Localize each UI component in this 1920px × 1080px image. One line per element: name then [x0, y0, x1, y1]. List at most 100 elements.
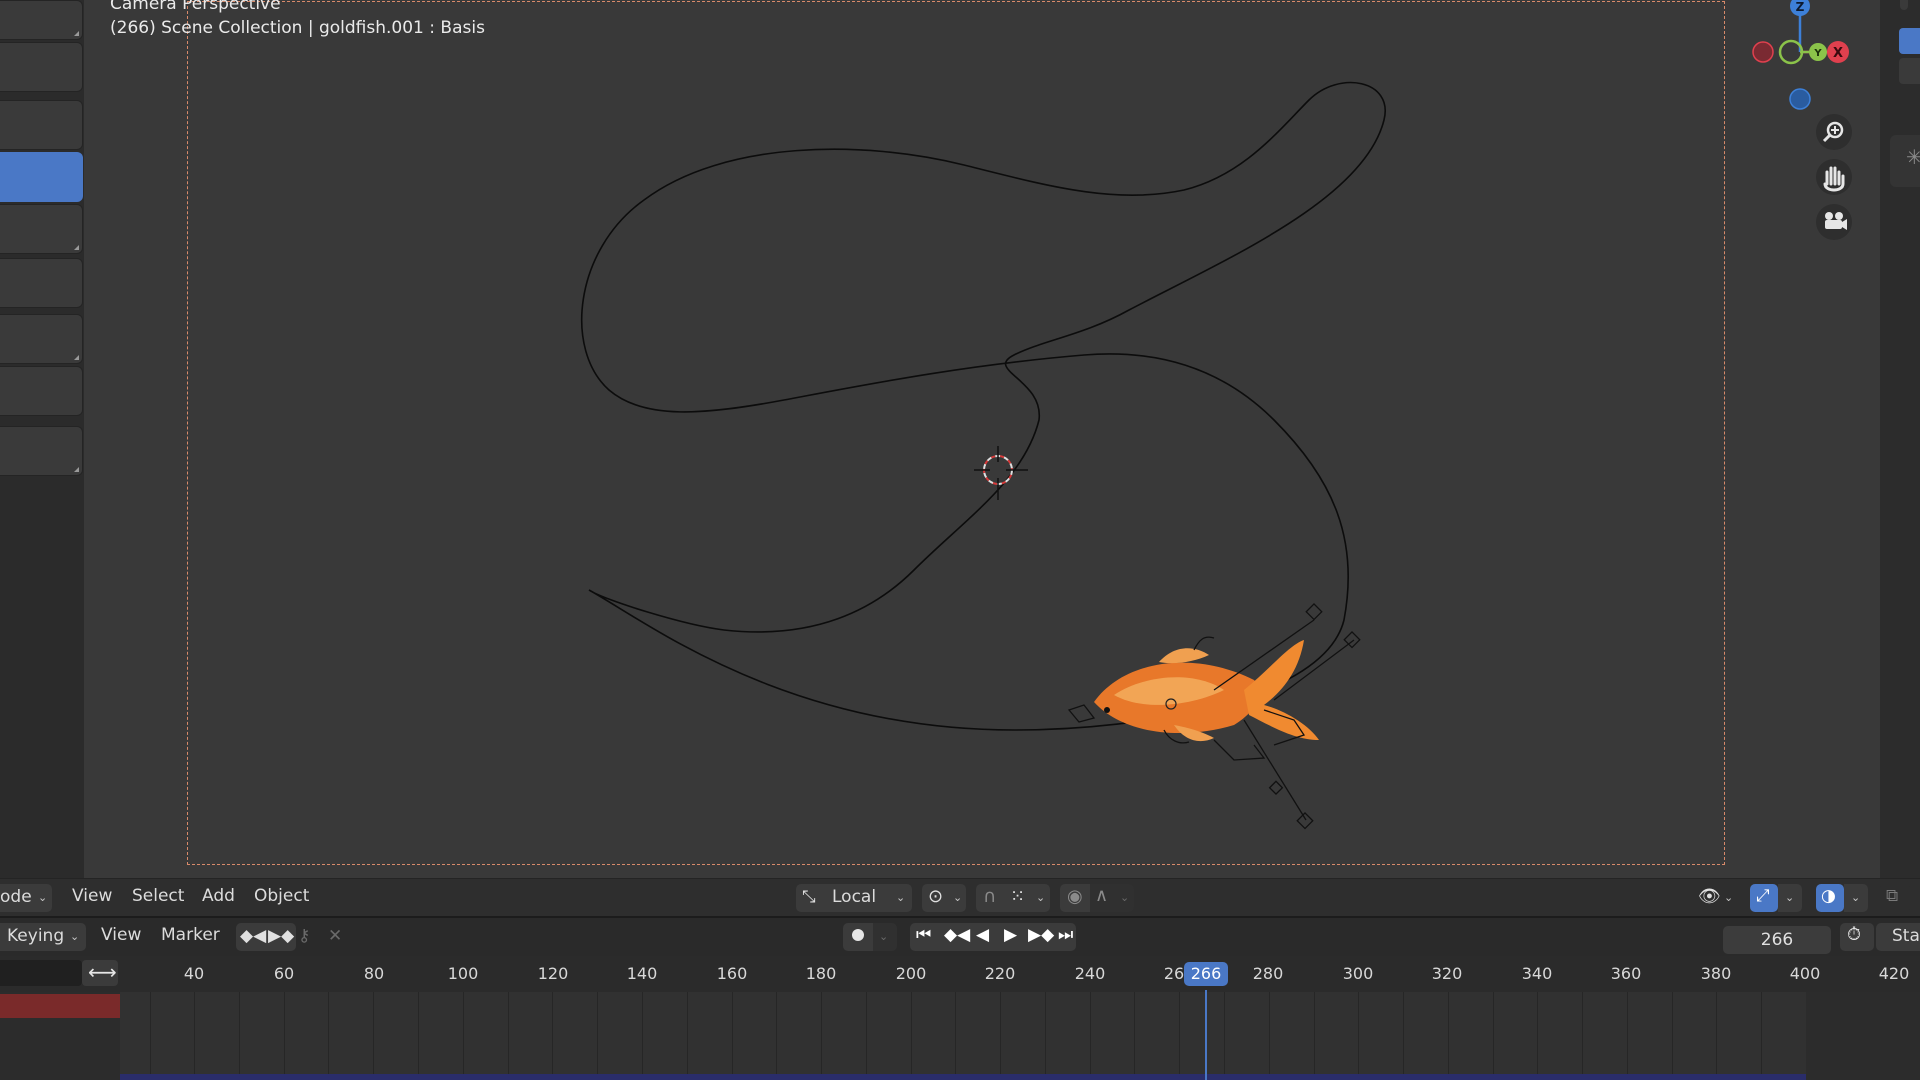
menu-select[interactable]: Select: [132, 886, 184, 906]
record-icon: [852, 929, 864, 941]
timeline-menu-marker[interactable]: Marker: [161, 925, 220, 945]
tool-button[interactable]: [0, 314, 83, 364]
tick-label: 160: [716, 964, 748, 983]
chevron-down-icon: ⌄: [1724, 891, 1734, 904]
gizmo-dropdown[interactable]: ⌄: [1778, 884, 1802, 912]
keying-dropdown[interactable]: Keying ⌄: [0, 923, 86, 951]
grid-line: [1493, 992, 1494, 1080]
tool-button[interactable]: [0, 0, 83, 40]
tick-label: 320: [1431, 964, 1463, 983]
chevron-down-icon: ⌄: [1785, 891, 1795, 904]
goldfish-object[interactable]: [1067, 603, 1361, 830]
x-axis-icon[interactable]: X: [1827, 41, 1849, 63]
start-frame-field[interactable]: Star: [1876, 923, 1920, 951]
tool-button[interactable]: [0, 204, 83, 254]
proportional-edit-toggle[interactable]: ◉: [1060, 884, 1090, 912]
insert-keyframe-icon[interactable]: ⚷: [298, 926, 310, 946]
neg-x-axis-icon[interactable]: [1752, 41, 1774, 63]
neg-z-axis-icon[interactable]: [1789, 88, 1811, 110]
summary-channel[interactable]: [0, 994, 120, 1018]
sun-icon[interactable]: ✳: [1890, 135, 1920, 187]
tool-button[interactable]: [0, 42, 83, 92]
menu-add[interactable]: Add: [202, 886, 235, 906]
grid-icon: ⁙: [1010, 886, 1026, 907]
pan-hand-icon[interactable]: [1816, 159, 1852, 195]
snap-target-dropdown[interactable]: ⁙ ⌄: [1006, 884, 1050, 912]
grid-line: [911, 992, 912, 1080]
grid-line: [552, 992, 553, 1080]
orientation-dropdown[interactable]: ⤡ Local ⌄: [796, 884, 912, 912]
expand-toggle[interactable]: ⟷: [82, 960, 118, 986]
overlays-toggle[interactable]: ◑: [1816, 884, 1844, 912]
chevron-down-icon: ⌄: [70, 930, 80, 943]
neg-y-axis-icon[interactable]: [1778, 39, 1804, 65]
channel-search-field[interactable]: [0, 960, 82, 986]
snap-toggle[interactable]: ∩: [976, 884, 1006, 912]
timeline-menu-view[interactable]: View: [101, 925, 141, 945]
menu-view[interactable]: View: [72, 886, 112, 906]
grid-line: [597, 992, 598, 1080]
prev-keyframe-diamond-icon[interactable]: ◆◀: [240, 926, 266, 946]
falloff-dropdown[interactable]: ∧ ⌄: [1090, 884, 1134, 912]
gizmo-toggle[interactable]: ⤢: [1750, 884, 1778, 912]
keyframe-area[interactable]: [120, 992, 1806, 1080]
grid-line: [776, 992, 777, 1080]
prev-keyframe-icon[interactable]: ◆◀: [944, 925, 970, 945]
pivot-point-dropdown[interactable]: ⊙ ⌄: [922, 884, 966, 912]
3d-viewport[interactable]: Camera Perspective (266) Scene Collectio…: [84, 0, 1880, 878]
playhead-line[interactable]: [1205, 990, 1207, 1080]
grid-line: [418, 992, 419, 1080]
navigation-gizmo[interactable]: Z X Y: [1730, 0, 1880, 240]
mode-label: ode: [0, 887, 32, 907]
strip-tab[interactable]: [1900, 0, 1908, 10]
visibility-dropdown[interactable]: 👁 ⌄: [1694, 884, 1738, 912]
play-icon[interactable]: ▶: [1004, 925, 1017, 945]
jump-end-icon[interactable]: ⏭: [1058, 925, 1073, 945]
corner-icon: [74, 245, 79, 250]
menu-object[interactable]: Object: [254, 886, 309, 906]
grid-line: [508, 992, 509, 1080]
record-dropdown[interactable]: ⌄: [873, 923, 897, 951]
properties-tab-active[interactable]: [1899, 28, 1920, 54]
next-keyframe-diamond-icon[interactable]: ▶◆: [268, 926, 294, 946]
properties-tab[interactable]: [1899, 58, 1920, 84]
grid-line: [284, 992, 285, 1080]
pivot-icon: ⊙: [928, 886, 944, 907]
xray-toggle[interactable]: ⧉: [1880, 884, 1910, 912]
z-axis-icon[interactable]: Z: [1790, 0, 1810, 16]
zoom-icon[interactable]: [1816, 114, 1852, 150]
grid-line: [1045, 992, 1046, 1080]
tool-button[interactable]: [0, 366, 83, 416]
jump-start-icon[interactable]: ⏮: [916, 925, 931, 945]
xray-icon: ⧉: [1886, 886, 1899, 906]
tool-button-active[interactable]: [0, 152, 83, 202]
y-axis-label: Y: [1813, 48, 1822, 59]
grid-line: [1358, 992, 1359, 1080]
stopwatch-toggle[interactable]: ⏱: [1840, 923, 1874, 951]
corner-icon: [74, 467, 79, 472]
grid-line: [1269, 992, 1270, 1080]
x-axis-label: X: [1833, 46, 1843, 61]
overlays-dropdown[interactable]: ⌄: [1844, 884, 1868, 912]
tick-label: 380: [1700, 964, 1732, 983]
y-axis-icon[interactable]: Y: [1809, 43, 1827, 61]
camera-view-icon[interactable]: [1816, 204, 1852, 240]
tool-button[interactable]: [0, 100, 83, 150]
frame-ruler[interactable]: ⟷ 40 60 80 100 120 140 160 180 200 220 2…: [0, 956, 1920, 992]
record-button[interactable]: [843, 923, 873, 951]
tool-button[interactable]: [0, 426, 83, 476]
chevron-down-icon: ⌄: [953, 891, 963, 904]
playhead-frame-label[interactable]: 266: [1184, 962, 1228, 986]
delete-keyframe-icon[interactable]: ✕: [328, 926, 342, 946]
play-reverse-icon[interactable]: ◀: [976, 925, 989, 945]
tick-label: 220: [984, 964, 1016, 983]
next-keyframe-icon[interactable]: ▶◆: [1028, 925, 1054, 945]
tool-button[interactable]: [0, 258, 83, 308]
tick-label: 80: [363, 964, 385, 983]
keying-label: Keying: [7, 926, 65, 946]
eye-icon: 👁: [1698, 886, 1721, 907]
mode-dropdown[interactable]: ode ⌄: [0, 884, 52, 912]
transform-orientation-icon: ⤡: [802, 887, 816, 907]
current-frame-field[interactable]: 266: [1723, 926, 1831, 954]
3d-cursor-icon[interactable]: [974, 446, 1028, 500]
